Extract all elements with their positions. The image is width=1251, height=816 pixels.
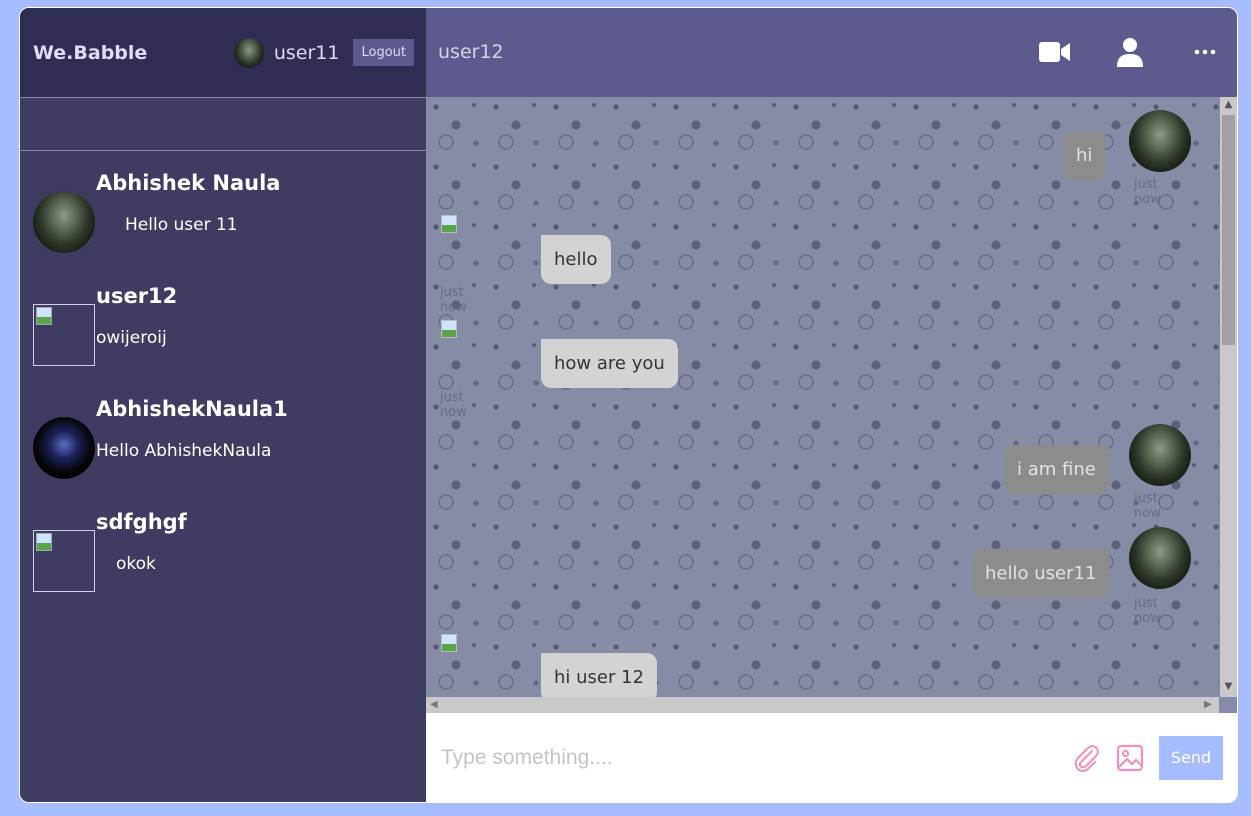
chat-last-message: Hello AbhishekNaula: [96, 441, 272, 461]
broken-image-icon: [441, 633, 501, 694]
chat-name: Abhishek Naula: [96, 171, 281, 195]
chat-info: user12 owijeroij: [96, 284, 177, 379]
scrollbar-thumb[interactable]: [1222, 114, 1235, 345]
messages-area: hi just now just now hello just now how …: [426, 96, 1237, 714]
scroll-left-icon[interactable]: ◀: [430, 699, 438, 710]
chat-info: Abhishek Naula Hello user 11: [96, 171, 280, 266]
message-time: just now: [440, 284, 467, 315]
horizontal-scrollbar[interactable]: ◀ ▶: [426, 696, 1219, 714]
scroll-down-icon[interactable]: ▼: [1220, 681, 1237, 692]
avatar: [1129, 423, 1191, 486]
message-time: just now: [440, 389, 467, 420]
message-bubble: hi: [1063, 130, 1106, 180]
chat-last-message: Hello user 11: [125, 215, 238, 235]
message-time: just now: [1134, 176, 1161, 207]
chat-name: AbhishekNaula1: [96, 397, 288, 421]
message-input-bar: Send: [426, 713, 1237, 802]
broken-image-icon: [33, 304, 95, 366]
message-input[interactable]: [441, 745, 1058, 770]
chat-item-abhisheknaula1[interactable]: AbhishekNaula1 Hello AbhishekNaula: [20, 391, 426, 504]
broken-image-icon: [441, 319, 501, 380]
chat-panel: user12 hi just now just now hello just n…: [426, 8, 1237, 802]
message-bubble: hi user 12: [541, 652, 658, 702]
sidebar: We.Babble user11 Logout Abhishek Naula H…: [20, 8, 426, 802]
chat-last-message: okok: [116, 554, 156, 574]
message-bubble: hello: [541, 234, 611, 284]
message-time: just now: [1134, 595, 1161, 626]
video-camera-icon[interactable]: [1035, 34, 1075, 70]
user-profile-icon[interactable]: [1110, 34, 1150, 70]
chat-info: AbhishekNaula1 Hello AbhishekNaula: [96, 397, 288, 492]
message-bubble: i am fine: [1004, 444, 1109, 494]
chat-info: sdfghgf okok: [96, 510, 187, 605]
broken-image-icon: [441, 214, 501, 275]
chat-list: Abhishek Naula Hello user 11 user12 owij…: [20, 151, 426, 617]
scroll-right-icon[interactable]: ▶: [1204, 699, 1212, 710]
more-options-icon[interactable]: [1185, 34, 1225, 70]
avatar: [33, 417, 95, 479]
send-button[interactable]: Send: [1159, 735, 1223, 780]
vertical-scrollbar[interactable]: ▲ ▼: [1220, 96, 1237, 697]
message-bubble: hello user11: [972, 548, 1110, 598]
chat-name: sdfghgf: [96, 510, 187, 534]
current-user-avatar: [233, 37, 264, 68]
current-user-name: user11: [273, 41, 340, 64]
chat-app-window: We.Babble user11 Logout Abhishek Naula H…: [19, 7, 1238, 803]
chat-name: user12: [96, 284, 178, 308]
paperclip-icon[interactable]: [1070, 742, 1102, 774]
avatar: [1129, 526, 1191, 589]
search-box: [20, 97, 426, 151]
chat-item-sdfghgf[interactable]: sdfghgf okok: [20, 504, 426, 617]
messages-list[interactable]: hi just now just now hello just now how …: [426, 96, 1219, 702]
chat-header: user12: [426, 8, 1237, 97]
current-user: user11 Logout: [233, 37, 414, 68]
chat-item-user12[interactable]: user12 owijeroij: [20, 278, 426, 391]
chat-peer-name: user12: [438, 41, 504, 64]
sidebar-header: We.Babble user11 Logout: [20, 8, 426, 97]
chat-last-message: owijeroij: [96, 328, 167, 348]
search-user-input[interactable]: [20, 98, 426, 150]
chat-item-abhishek-naula[interactable]: Abhishek Naula Hello user 11: [20, 165, 426, 278]
avatar: [33, 191, 95, 253]
logout-button[interactable]: Logout: [353, 39, 414, 66]
app-logo: We.Babble: [33, 41, 148, 64]
broken-image-icon: [33, 530, 95, 592]
avatar: [1129, 109, 1191, 172]
scroll-up-icon[interactable]: ▲: [1220, 99, 1237, 110]
message-bubble: how are you: [541, 338, 678, 388]
message-time: just now: [1134, 490, 1161, 521]
image-upload-icon[interactable]: [1114, 742, 1146, 774]
